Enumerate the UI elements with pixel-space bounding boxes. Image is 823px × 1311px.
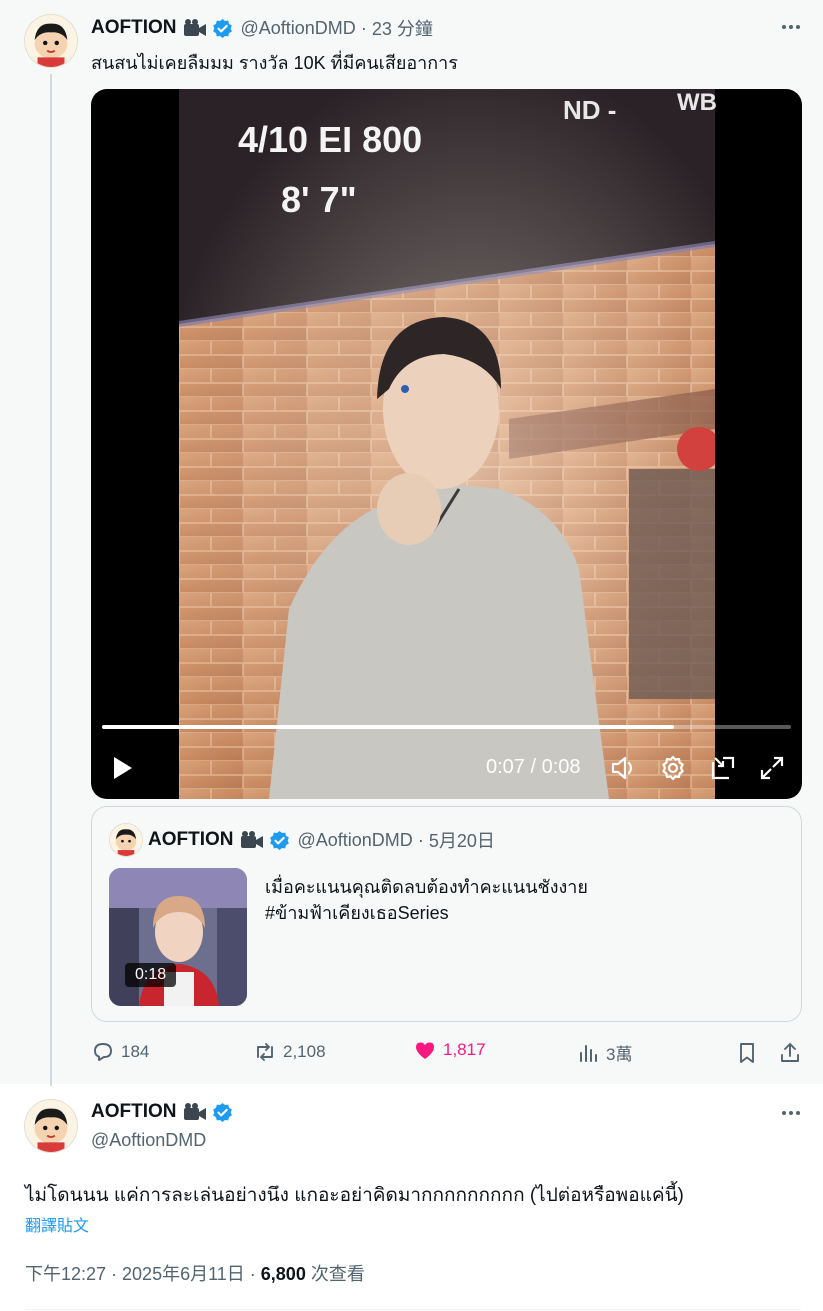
quote-handle: @AoftionDMD — [297, 829, 413, 850]
quote-video-thumbnail[interactable]: 0:18 — [109, 868, 247, 1006]
video-overlay-line2: 8' 7" — [281, 179, 357, 220]
quote-video-duration: 0:18 — [125, 963, 177, 987]
reply-count: 184 — [121, 1042, 150, 1061]
camera-icon — [183, 19, 206, 36]
parent-time[interactable]: 23 分鐘 — [372, 15, 433, 41]
tweet-timestamp[interactable]: 下午12:27 · 2025年6月11日 · — [25, 1264, 261, 1284]
verified-icon — [212, 18, 232, 38]
main-avatar[interactable] — [24, 1099, 78, 1153]
share-icon[interactable] — [778, 1041, 802, 1065]
retweet-button[interactable]: 2,108 — [253, 1040, 326, 1064]
tweet-meta: 下午12:27 · 2025年6月11日 · 6,800 次查看 — [25, 1260, 365, 1286]
video-overlay-wb: WB — [677, 89, 717, 116]
quote-time: 5月20日 — [428, 831, 495, 851]
video-player[interactable]: 4/10 EI 800 8' 7" ND - WB — [91, 89, 802, 799]
reply-button[interactable]: 184 — [91, 1040, 149, 1064]
reply-icon — [94, 1043, 112, 1061]
divider — [25, 1309, 801, 1310]
views-count: 3萬 — [606, 1045, 633, 1064]
camera-icon — [183, 1103, 206, 1120]
like-button[interactable]: 1,817 — [413, 1038, 486, 1062]
play-icon[interactable] — [108, 754, 136, 782]
main-handle[interactable]: @AoftionDMD — [91, 1130, 206, 1151]
verified-icon — [212, 1102, 232, 1122]
video-overlay-corner: ND - — [563, 95, 617, 125]
video-progress-bar[interactable] — [102, 725, 791, 729]
tweet-views-count: 6,800 — [260, 1264, 306, 1284]
parent-tweet-text: สนสนไม่เคยลืมมม รางวัล 10K ที่มีคนเสียอา… — [91, 53, 458, 73]
thread-connector-line — [50, 74, 52, 1086]
main-display-name[interactable]: AOFTION — [91, 1101, 177, 1123]
volume-icon[interactable] — [610, 754, 638, 782]
camera-icon — [240, 831, 263, 848]
views-icon — [580, 1044, 597, 1062]
bookmark-icon[interactable] — [735, 1041, 759, 1065]
like-count: 1,817 — [443, 1040, 486, 1059]
main-header: AOFTION — [91, 1101, 233, 1123]
video-frame — [179, 89, 715, 799]
separator-dot: · — [360, 17, 367, 38]
quote-avatar — [109, 823, 143, 857]
retweet-icon — [257, 1043, 273, 1061]
quote-hashtag[interactable]: #ข้ามฟ้าเคียงเธอSeries — [265, 898, 449, 927]
quote-text-line1: เมื่อคะแนนคุณติดลบต้องทำคะแนนชังงาย — [265, 877, 588, 897]
parent-avatar[interactable] — [24, 14, 78, 68]
quoted-tweet-card[interactable]: AOFTION @AoftionDMD · 5月20日 0:18 เมื่อคะ… — [91, 806, 802, 1022]
settings-icon[interactable] — [659, 754, 687, 782]
verified-icon — [269, 830, 289, 850]
main-tweet-text: ไม่โดนนน แค่การละเล่นอย่างนึง แกอะอย่าคิ… — [25, 1185, 684, 1206]
pip-icon[interactable] — [709, 754, 737, 782]
fullscreen-icon[interactable] — [758, 754, 786, 782]
retweet-count: 2,108 — [283, 1042, 326, 1061]
more-icon[interactable] — [778, 14, 804, 40]
quote-header: AOFTION @AoftionDMD · 5月20日 — [148, 827, 495, 853]
translate-post-link[interactable]: 翻譯貼文 — [25, 1212, 89, 1236]
video-time-display: 0:07 / 0:08 — [486, 756, 581, 778]
parent-header: AOFTION @AoftionDMD · 23 分鐘 — [91, 15, 433, 41]
more-icon[interactable] — [778, 1100, 804, 1126]
separator-dot: · — [417, 829, 424, 850]
parent-handle[interactable]: @AoftionDMD — [241, 18, 356, 39]
video-overlay-line1: 4/10 EI 800 — [238, 119, 423, 160]
views-button[interactable]: 3萬 — [576, 1040, 632, 1065]
video-progress-fill — [102, 725, 674, 729]
parent-display-name[interactable]: AOFTION — [91, 17, 177, 39]
heart-icon — [416, 1042, 434, 1059]
quote-display-name: AOFTION — [148, 829, 234, 850]
tweet-views-label: 次查看 — [305, 1264, 365, 1284]
